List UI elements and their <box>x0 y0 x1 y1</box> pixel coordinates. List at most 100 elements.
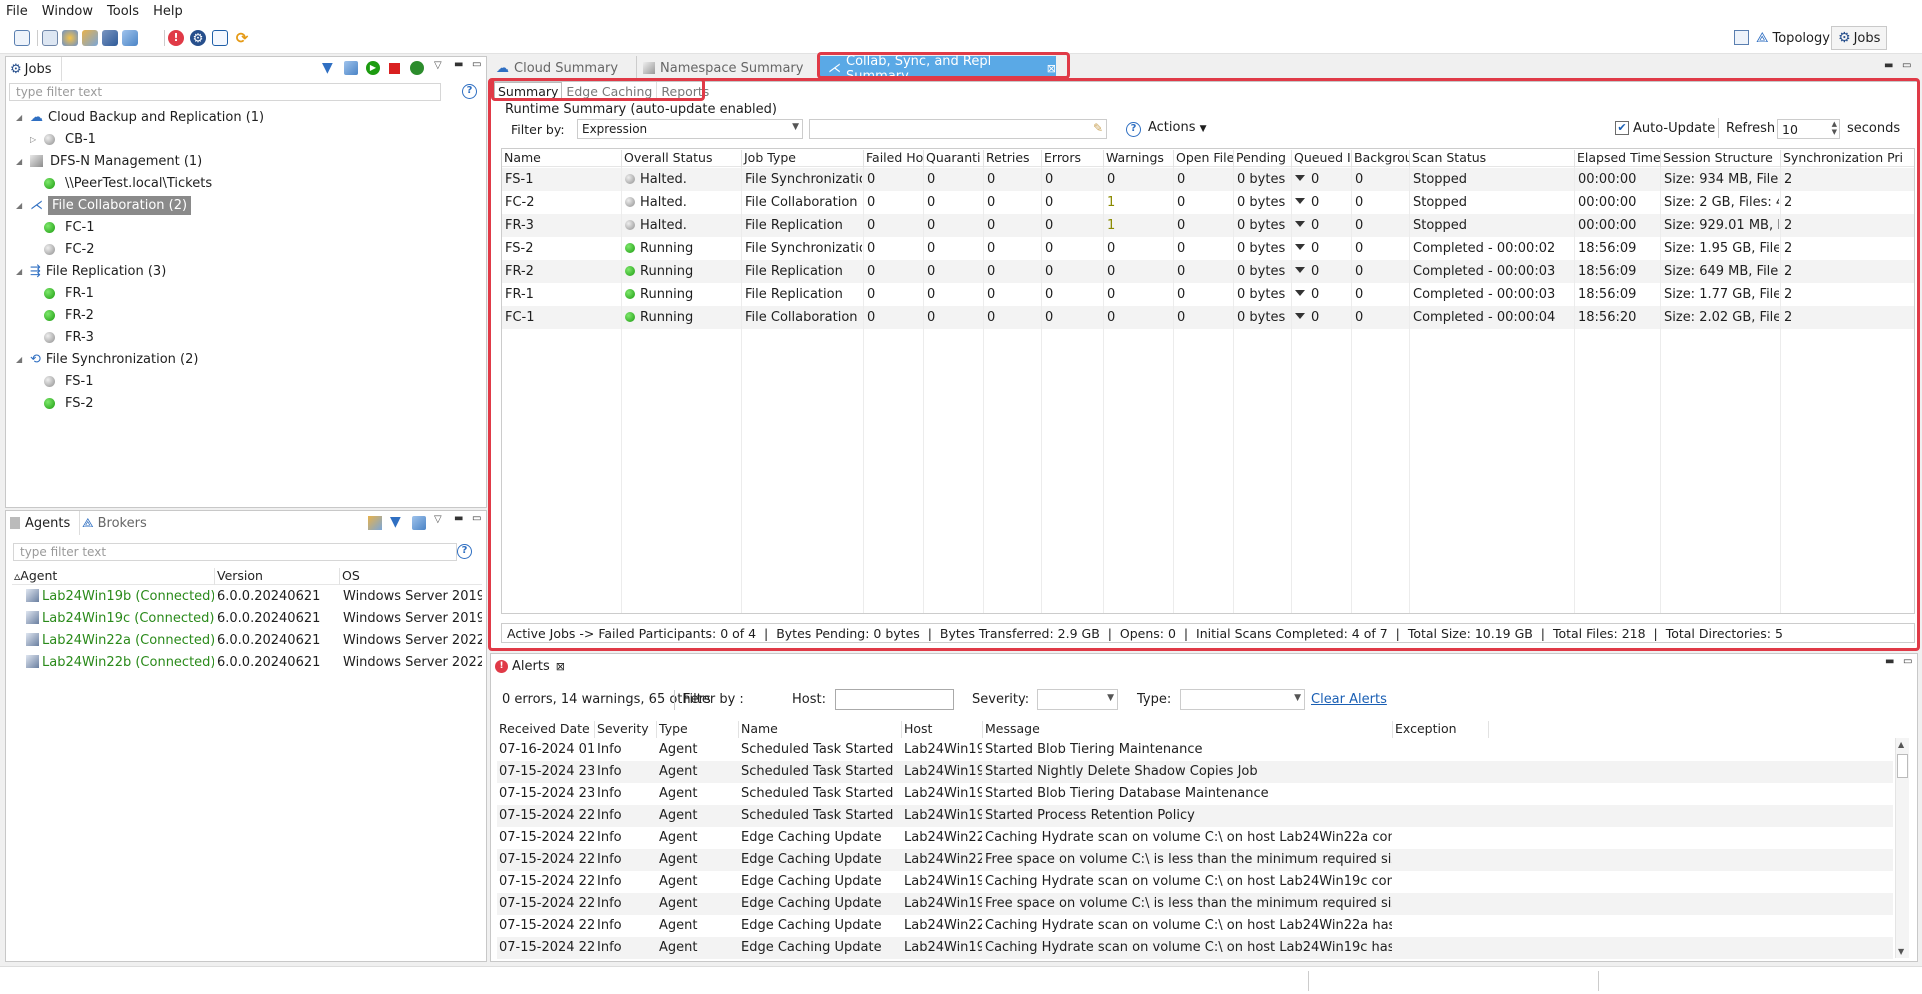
alert-row[interactable]: 07-15-2024 22:00Info Agent Edge Caching Up… <box>497 893 1893 915</box>
menu-tools[interactable]: Tools <box>101 4 147 19</box>
tree-category-dfsn[interactable]: ◢ DFS-N Management (1) <box>16 150 202 172</box>
tree-category-file-collaboration[interactable]: ◢ ⋌ File Collaboration (2) <box>16 194 192 216</box>
filter-icon[interactable]: ▼ <box>322 61 336 75</box>
stop-job-icon[interactable] <box>389 63 400 74</box>
refresh-icon[interactable]: ⟳ <box>234 30 250 46</box>
host-filter-input[interactable] <box>835 689 954 710</box>
tree-job-fc-2[interactable]: FC-2 <box>44 238 95 260</box>
maximize-icon[interactable]: ▭ <box>1902 60 1914 71</box>
alert-row[interactable]: 07-15-2024 22:00Info Agent Edge Caching Up… <box>497 827 1893 849</box>
alert-row[interactable]: 07-16-2024 01:00Info Agent Scheduled Task … <box>497 739 1893 761</box>
start-job-icon[interactable]: ▶ <box>366 61 380 75</box>
tree-category-file-sync[interactable]: ◢ ⟲ File Synchronization (2) <box>16 348 198 370</box>
column-header[interactable]: Severity <box>595 721 657 738</box>
scroll-down-icon[interactable]: ▼ <box>1898 947 1904 956</box>
tree-job-fs-1[interactable]: FS-1 <box>44 370 93 392</box>
cloud-icon: ☁ <box>30 109 43 125</box>
alert-icon[interactable]: ! <box>168 30 184 46</box>
gear-icon[interactable]: ⚙ <box>190 30 206 46</box>
column-header[interactable]: Host <box>902 721 983 738</box>
layout-icon[interactable] <box>42 30 58 46</box>
agent-install-icon[interactable] <box>82 30 98 46</box>
tree-job-fc-1[interactable]: FC-1 <box>44 216 95 238</box>
alert-row[interactable]: 07-15-2024 22:00Info Agent Edge Caching Up… <box>497 871 1893 893</box>
close-icon[interactable]: ⊠ <box>556 660 565 673</box>
column-agent[interactable]: ▵Agent <box>12 568 215 585</box>
minimize-icon[interactable]: ▬ <box>1885 656 1897 667</box>
tree-job-fr-3[interactable]: FR-3 <box>44 326 94 348</box>
layout-perspective-icon[interactable] <box>1734 30 1749 45</box>
column-header[interactable]: Name <box>739 721 902 738</box>
topology-perspective-button[interactable]: ⟁ Topology <box>1756 27 1830 49</box>
column-version[interactable]: Version <box>215 568 340 585</box>
menu-help[interactable]: Help <box>147 4 191 19</box>
alert-row[interactable]: 07-15-2024 23:59Info Agent Scheduled Task … <box>497 761 1893 783</box>
menu-window[interactable]: Window <box>36 4 101 19</box>
alerts-scrollbar[interactable]: ▲ ▼ <box>1895 738 1909 958</box>
view-menu-icon[interactable]: ▽ <box>434 514 442 525</box>
run-all-icon[interactable] <box>410 61 424 75</box>
help-icon[interactable]: ? <box>457 544 472 559</box>
alerts-tab[interactable]: ! Alerts ⊠ <box>495 654 575 678</box>
tree-job-fr-1[interactable]: FR-1 <box>44 282 94 304</box>
collapse-arrow-icon[interactable]: ◢ <box>16 113 24 122</box>
jobs-perspective-button[interactable]: ⚙ Jobs <box>1831 26 1888 50</box>
tab-cloud-summary[interactable]: ☁ Cloud Summary <box>496 56 636 80</box>
menu-file[interactable]: File <box>0 4 36 19</box>
brokers-tab[interactable]: ⟁ Brokers <box>82 511 156 535</box>
collapse-arrow-icon[interactable]: ◢ <box>16 267 24 276</box>
scroll-up-icon[interactable]: ▲ <box>1898 740 1904 749</box>
view-menu-icon[interactable]: ▽ <box>434 60 442 71</box>
clear-alerts-link[interactable]: Clear Alerts <box>1311 692 1387 707</box>
tree-job-fs-2[interactable]: FS-2 <box>44 392 93 414</box>
agent-row[interactable]: Lab24Win19c (Connected) 6.0.0.20240621 Win… <box>12 607 482 629</box>
alert-row[interactable]: 07-15-2024 22:37Info Agent Scheduled Task … <box>497 805 1893 827</box>
agent-row[interactable]: Lab24Win19b (Connected) 6.0.0.20240621 Win… <box>12 585 482 607</box>
maximize-icon[interactable]: ▭ <box>1903 656 1915 667</box>
topology-icon: ⟁ <box>1756 30 1769 46</box>
expand-arrow-icon[interactable]: ▷ <box>30 135 38 144</box>
alert-row[interactable]: 07-15-2024 23:30Info Agent Scheduled Task … <box>497 783 1893 805</box>
tag-icon[interactable] <box>344 61 358 75</box>
minimize-icon[interactable]: ▬ <box>454 513 466 524</box>
agents-tab[interactable]: Agents <box>10 511 80 535</box>
tree-job-dfsn-tickets[interactable]: \\PeerTest.local\Tickets <box>44 172 212 194</box>
jobs-filter-input[interactable]: type filter text <box>9 83 441 101</box>
new-window-icon[interactable] <box>14 30 30 46</box>
alert-row[interactable]: 07-15-2024 22:00Info Agent Edge Caching Up… <box>497 915 1893 937</box>
minimize-icon[interactable]: ▬ <box>1884 60 1896 71</box>
column-header[interactable]: Exception <box>1393 721 1489 738</box>
connect-icon[interactable] <box>102 30 118 46</box>
tree-job-fr-2[interactable]: FR-2 <box>44 304 94 326</box>
column-header[interactable]: Message <box>983 721 1393 738</box>
collapse-arrow-icon[interactable]: ◢ <box>16 355 24 364</box>
help-icon[interactable]: ? <box>462 84 477 99</box>
collapse-arrow-icon[interactable]: ◢ <box>16 157 24 166</box>
alert-row[interactable]: 07-15-2024 22:00Info Agent Edge Caching Up… <box>497 849 1893 871</box>
type-filter-select[interactable]: ▼ <box>1180 689 1305 710</box>
tag-icon[interactable] <box>412 516 426 530</box>
tree-category-file-replication[interactable]: ◢ ⇶ File Replication (3) <box>16 260 166 282</box>
tag-icon[interactable] <box>122 30 138 46</box>
tree-category-cloud-backup[interactable]: ◢ ☁ Cloud Backup and Replication (1) <box>16 106 264 128</box>
severity-filter-select[interactable]: ▼ <box>1037 689 1118 710</box>
maximize-icon[interactable]: ▭ <box>472 59 484 70</box>
server-icon[interactable] <box>62 30 78 46</box>
filter-icon[interactable]: ▼ <box>390 515 401 529</box>
column-header[interactable]: Received Date <box>497 721 595 738</box>
scrollbar-thumb[interactable] <box>1897 754 1908 778</box>
column-os[interactable]: OS <box>340 568 482 585</box>
alert-row[interactable]: 07-15-2024 22:00Info Agent Edge Caching Up… <box>497 937 1893 959</box>
tab-namespace-summary[interactable]: Namespace Summary <box>636 56 810 80</box>
agent-row[interactable]: Lab24Win22a (Connected) 6.0.0.20240621 Win… <box>12 629 482 651</box>
agent-install-icon[interactable] <box>368 516 382 530</box>
jobs-tab[interactable]: ⚙ Jobs <box>10 57 62 81</box>
column-header[interactable]: Type <box>657 721 739 738</box>
maximize-icon[interactable]: ▭ <box>472 513 484 524</box>
checklist-icon[interactable] <box>212 30 228 46</box>
tree-job-cb-1[interactable]: ▷ CB-1 <box>30 128 96 150</box>
agents-filter-input[interactable]: type filter text <box>13 543 457 561</box>
agent-row[interactable]: Lab24Win22b (Connected) 6.0.0.20240621 Win… <box>12 651 482 673</box>
minimize-icon[interactable]: ▬ <box>454 59 466 70</box>
collapse-arrow-icon[interactable]: ◢ <box>16 201 24 210</box>
